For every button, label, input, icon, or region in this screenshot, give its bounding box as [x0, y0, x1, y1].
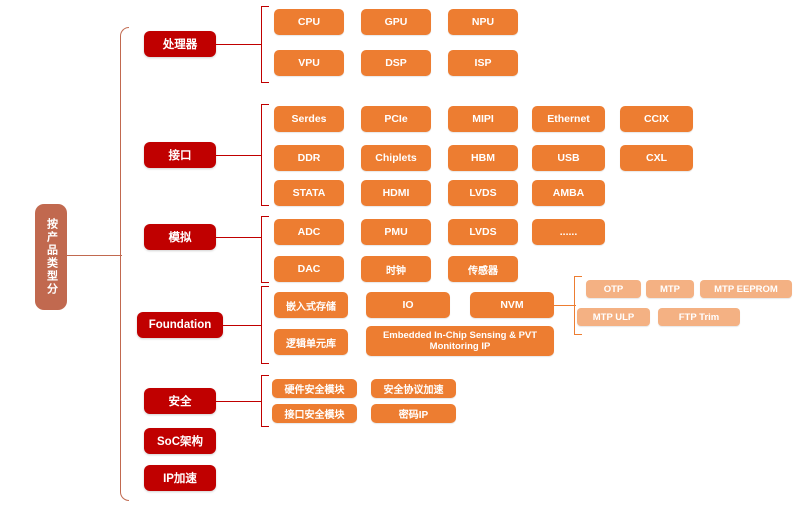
leaf-stata[interactable]: STATA	[274, 180, 344, 206]
leaf-logic-cell-library[interactable]: 逻辑单元库	[274, 329, 348, 355]
leaf-embedded-pvt-ip[interactable]: Embedded In-Chip Sensing & PVT Monitorin…	[366, 326, 554, 356]
leaf-otp[interactable]: OTP	[586, 280, 641, 298]
leaf-ellipsis[interactable]: ......	[532, 219, 605, 245]
leaf-security-protocol-accel[interactable]: 安全协议加速	[371, 379, 456, 398]
branch-stem-processor	[216, 44, 262, 45]
leaf-hdmi[interactable]: HDMI	[361, 180, 431, 206]
branch-label-security: 安全	[168, 396, 192, 408]
branch-label-ip-acceleration: IP加速	[163, 473, 197, 485]
leaf-dac[interactable]: DAC	[274, 256, 344, 282]
leaf-adc[interactable]: ADC	[274, 219, 344, 245]
leaf-cxl[interactable]: CXL	[620, 145, 693, 171]
branch-label-soc-architecture: SoC架构	[157, 436, 203, 448]
leaf-pcie[interactable]: PCIe	[361, 106, 431, 132]
bracket-nvm	[574, 276, 582, 335]
bracket-processor	[261, 6, 269, 83]
branch-node-processor[interactable]: 处理器	[144, 31, 216, 57]
branch-stem-foundation	[223, 325, 262, 326]
branch-node-ip-acceleration[interactable]: IP加速	[144, 465, 216, 491]
leaf-ddr[interactable]: DDR	[274, 145, 344, 171]
branch-label-analog: 模拟	[168, 232, 192, 244]
leaf-ftp-trim[interactable]: FTP Trim	[658, 308, 740, 326]
leaf-mtp[interactable]: MTP	[646, 280, 694, 298]
leaf-hbm[interactable]: HBM	[448, 145, 518, 171]
leaf-nvm[interactable]: NVM	[470, 292, 554, 318]
leaf-interface-security-module[interactable]: 接口安全模块	[272, 404, 357, 423]
branch-stem-security	[216, 401, 262, 402]
bracket-security	[261, 375, 269, 427]
trunk-connector	[120, 27, 129, 501]
leaf-clock[interactable]: 时钟	[361, 256, 431, 282]
leaf-lvds-analog[interactable]: LVDS	[448, 219, 518, 245]
branch-stem-interface	[216, 155, 262, 156]
branch-label-foundation: Foundation	[148, 319, 212, 331]
leaf-cpu[interactable]: CPU	[274, 9, 344, 35]
leaf-crypto-ip[interactable]: 密码IP	[371, 404, 456, 423]
leaf-isp[interactable]: ISP	[448, 50, 518, 76]
leaf-ccix[interactable]: CCIX	[620, 106, 693, 132]
leaf-io[interactable]: IO	[366, 292, 450, 318]
leaf-embedded-memory[interactable]: 嵌入式存储	[274, 292, 348, 318]
root-node[interactable]: 按产品类型分	[35, 204, 67, 310]
branch-label-interface: 接口	[168, 150, 192, 162]
leaf-ethernet[interactable]: Ethernet	[532, 106, 605, 132]
branch-node-security[interactable]: 安全	[144, 388, 216, 414]
leaf-chiplets[interactable]: Chiplets	[361, 145, 431, 171]
leaf-sensor[interactable]: 传感器	[448, 256, 518, 282]
leaf-hardware-security-module[interactable]: 硬件安全模块	[272, 379, 357, 398]
leaf-mtp-ulp[interactable]: MTP ULP	[577, 308, 650, 326]
leaf-npu[interactable]: NPU	[448, 9, 518, 35]
leaf-lvds-interface[interactable]: LVDS	[448, 180, 518, 206]
leaf-pmu[interactable]: PMU	[361, 219, 431, 245]
bracket-analog	[261, 216, 269, 283]
leaf-vpu[interactable]: VPU	[274, 50, 344, 76]
root-stem-connector	[67, 255, 122, 256]
mindmap-canvas: 按产品类型分 处理器 CPU GPU NPU VPU DSP ISP 接口 Se…	[0, 0, 800, 506]
leaf-mtp-eeprom[interactable]: MTP EEPROM	[700, 280, 792, 298]
leaf-usb[interactable]: USB	[532, 145, 605, 171]
leaf-gpu[interactable]: GPU	[361, 9, 431, 35]
leaf-mipi[interactable]: MIPI	[448, 106, 518, 132]
leaf-dsp[interactable]: DSP	[361, 50, 431, 76]
bracket-interface	[261, 104, 269, 206]
branch-node-soc-architecture[interactable]: SoC架构	[144, 428, 216, 454]
branch-stem-analog	[216, 237, 262, 238]
bracket-foundation	[261, 286, 269, 364]
root-node-label: 按产品类型分	[45, 218, 58, 296]
branch-node-interface[interactable]: 接口	[144, 142, 216, 168]
leaf-amba[interactable]: AMBA	[532, 180, 605, 206]
leaf-serdes[interactable]: Serdes	[274, 106, 344, 132]
branch-label-processor: 处理器	[162, 39, 198, 51]
branch-node-analog[interactable]: 模拟	[144, 224, 216, 250]
nvm-stem-connector	[554, 305, 576, 306]
branch-node-foundation[interactable]: Foundation	[137, 312, 223, 338]
